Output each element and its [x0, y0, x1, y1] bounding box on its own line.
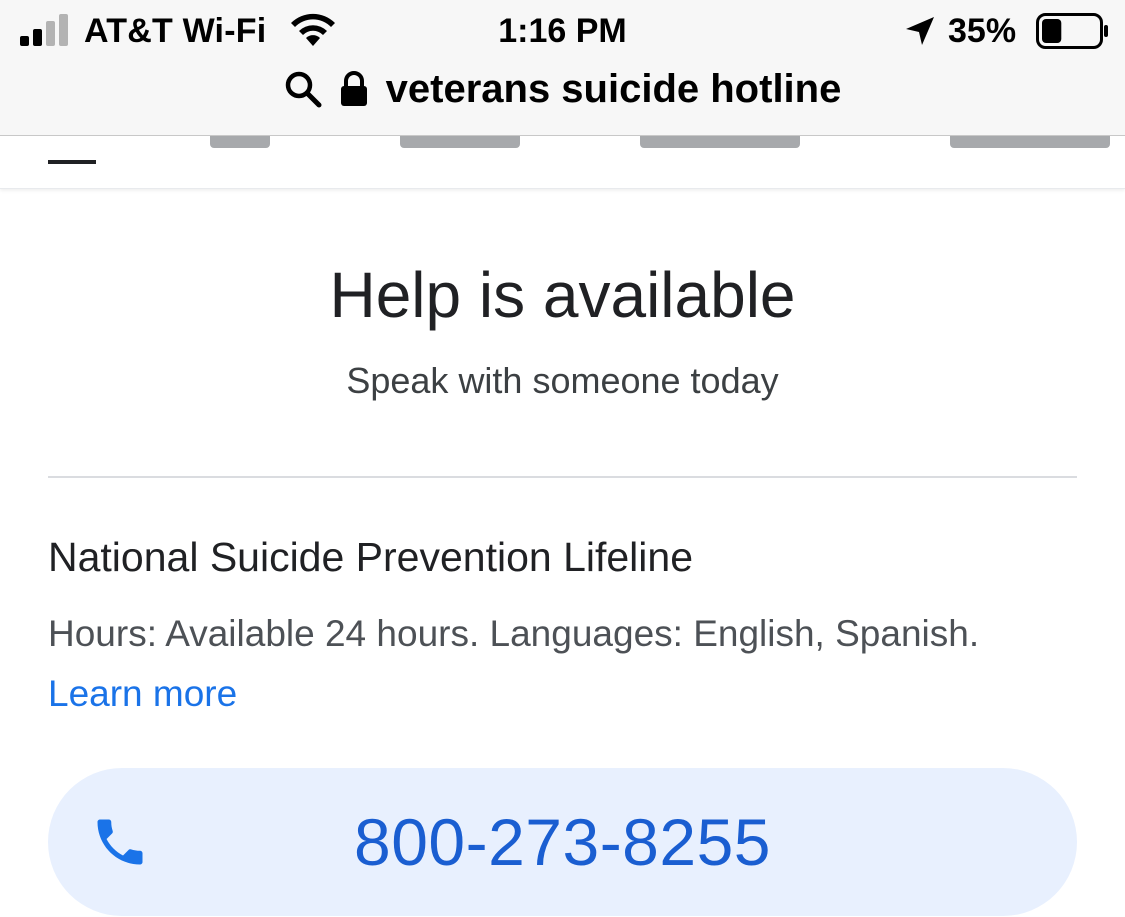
- scrolled-tabs: [100, 136, 1120, 150]
- resource-info: Hours: Available 24 hours. Languages: En…: [48, 604, 1008, 724]
- resource-hours-languages: Hours: Available 24 hours. Languages: En…: [48, 613, 980, 654]
- status-bar: AT&T Wi-Fi 1:16 PM 35%: [0, 0, 1125, 64]
- active-tab-indicator: [48, 160, 96, 164]
- divider: [48, 476, 1077, 478]
- battery-icon: [1036, 13, 1108, 49]
- learn-more-link[interactable]: Learn more: [48, 673, 237, 714]
- phone-number: 800-273-8255: [353, 805, 772, 879]
- resource-name: National Suicide Prevention Lifeline: [48, 534, 694, 580]
- address-bar[interactable]: veterans suicide hotline: [0, 64, 1125, 114]
- battery-percent: 35%: [948, 12, 1017, 50]
- help-subtitle: Speak with someone today: [346, 360, 779, 401]
- lock-icon: [340, 71, 367, 106]
- location-arrow-icon: [906, 17, 934, 45]
- search-icon: [285, 71, 322, 108]
- help-title: Help is available: [329, 259, 796, 331]
- search-tabs-strip: [0, 136, 1125, 189]
- call-button[interactable]: 800-273-8255: [48, 768, 1077, 916]
- address-text: veterans suicide hotline: [385, 66, 842, 111]
- browser-chrome: AT&T Wi-Fi 1:16 PM 35% veterans suicide …: [0, 0, 1125, 136]
